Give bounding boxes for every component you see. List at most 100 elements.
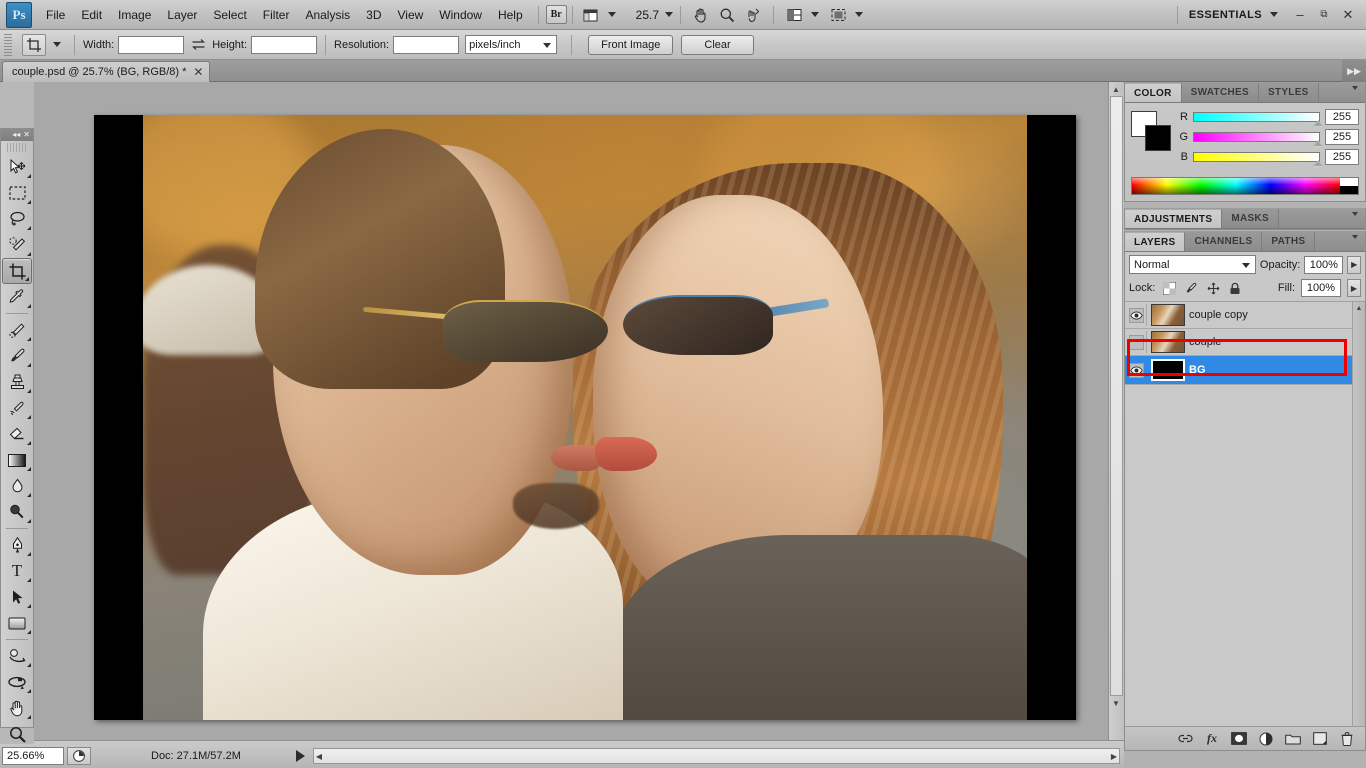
horizontal-type-tool[interactable]: T [1, 558, 33, 584]
3d-orbit-more-icon[interactable] [27, 685, 31, 693]
hand-tool[interactable] [1, 695, 33, 721]
arrange-documents-icon[interactable] [783, 5, 805, 25]
crop-tool[interactable] [2, 258, 32, 284]
resolution-unit-select[interactable]: pixels/inch [465, 35, 558, 54]
document-canvas[interactable] [94, 115, 1076, 720]
clone-stamp-more-icon[interactable] [27, 385, 31, 393]
layer-visibility-toggle-couple-copy[interactable] [1127, 304, 1147, 326]
clear-button[interactable]: Clear [681, 34, 754, 55]
path-selection-more-icon[interactable] [27, 600, 31, 608]
crop-tool-more-icon[interactable] [25, 273, 29, 281]
menu-file[interactable]: File [38, 4, 73, 26]
zoom-tool-icon[interactable] [716, 5, 738, 25]
new-adjustment-layer-icon[interactable] [1258, 731, 1274, 747]
tab-channels[interactable]: CHANNELS [1185, 232, 1263, 251]
tab-layers[interactable]: LAYERS [1125, 232, 1186, 251]
workspace-caret-icon[interactable] [1270, 12, 1278, 17]
opacity-stepper[interactable]: ▶ [1347, 255, 1361, 274]
arrange-documents-caret-icon[interactable] [811, 12, 820, 17]
layer-list[interactable]: couple copy couple BG ▲ [1125, 302, 1365, 726]
color-panel-swatches[interactable] [1131, 111, 1171, 151]
dodge-tool[interactable] [1, 499, 33, 525]
menu-view[interactable]: View [389, 4, 431, 26]
move-tool-more-icon[interactable] [27, 170, 31, 178]
green-channel-slider[interactable] [1193, 132, 1323, 147]
close-tools-icon[interactable]: ✕ [23, 130, 30, 139]
lock-transparent-pixels-icon[interactable] [1161, 280, 1177, 296]
fill-value[interactable]: 100% [1301, 279, 1341, 297]
history-brush-tool[interactable] [1, 395, 33, 421]
layer-row-bg[interactable]: BG [1125, 356, 1365, 385]
pen-tool[interactable] [1, 532, 33, 558]
lock-all-icon[interactable] [1227, 280, 1243, 296]
canvas-vertical-scrollbar[interactable]: ▲ ▼ [1108, 82, 1124, 740]
menu-help[interactable]: Help [490, 4, 531, 26]
gradient-tool-more-icon[interactable] [27, 463, 31, 471]
close-button[interactable]: ✕ [1336, 5, 1360, 25]
view-extras-icon[interactable] [580, 5, 602, 25]
screen-mode-caret-icon[interactable] [855, 12, 864, 17]
shape-tool-more-icon[interactable] [27, 626, 31, 634]
restore-button[interactable]: ⧉ [1312, 5, 1336, 25]
layer-thumbnail-couple-copy[interactable] [1151, 304, 1185, 326]
blue-channel-value[interactable]: 255 [1325, 149, 1359, 165]
marquee-tool-more-icon[interactable] [27, 196, 31, 204]
color-panel-background-swatch[interactable] [1145, 125, 1171, 151]
healing-brush-more-icon[interactable] [27, 333, 31, 341]
eyedropper-more-icon[interactable] [27, 300, 31, 308]
crop-width-input[interactable] [118, 35, 185, 54]
canvas-horizontal-scrollbar[interactable]: ◀ ▶ [312, 748, 1120, 764]
screen-mode-icon[interactable] [827, 5, 849, 25]
eye-icon-off[interactable] [1129, 334, 1144, 350]
tool-preset-picker[interactable] [17, 33, 66, 56]
3d-rotate-more-icon[interactable] [27, 659, 31, 667]
layer-row-couple[interactable]: couple [1125, 329, 1365, 356]
view-extras-caret-icon[interactable] [607, 12, 616, 17]
eraser-tool-more-icon[interactable] [27, 437, 31, 445]
adjustments-panel-menu-icon[interactable] [1352, 212, 1361, 216]
delete-layer-icon[interactable] [1339, 731, 1355, 747]
layer-name-couple-copy[interactable]: couple copy [1189, 309, 1248, 321]
gradient-tool[interactable] [1, 447, 33, 473]
zoom-level-caret-icon[interactable] [665, 12, 674, 17]
layer-visibility-toggle-bg[interactable] [1127, 359, 1147, 381]
menu-image[interactable]: Image [110, 4, 159, 26]
crop-height-input[interactable] [251, 35, 318, 54]
lasso-tool[interactable] [1, 206, 33, 232]
layer-row-couple-copy[interactable]: couple copy [1125, 302, 1365, 329]
crop-resolution-input[interactable] [393, 35, 460, 54]
menu-select[interactable]: Select [205, 4, 254, 26]
expand-panels-button[interactable]: ▶▶ [1342, 60, 1366, 82]
lasso-tool-more-icon[interactable] [27, 222, 31, 230]
eraser-tool[interactable] [1, 421, 33, 447]
red-channel-slider[interactable] [1193, 112, 1323, 127]
front-image-button[interactable]: Front Image [588, 34, 674, 55]
menu-filter[interactable]: Filter [255, 4, 298, 26]
3d-rotate-tool[interactable] [1, 643, 33, 669]
tab-adjustments[interactable]: ADJUSTMENTS [1125, 209, 1223, 228]
clone-stamp-tool[interactable] [1, 369, 33, 395]
minimize-button[interactable]: – [1288, 5, 1312, 25]
blur-tool[interactable] [1, 473, 33, 499]
hscroll-left-icon[interactable]: ◀ [316, 752, 322, 761]
link-layers-icon[interactable] [1177, 731, 1193, 747]
layer-name-couple[interactable]: couple [1189, 336, 1221, 348]
spot-healing-brush-tool[interactable] [1, 317, 33, 343]
tools-panel-grip[interactable] [7, 143, 27, 152]
tool-preset-caret-icon[interactable] [53, 42, 61, 47]
eye-icon[interactable] [1129, 362, 1144, 378]
hand-tool-icon[interactable] [690, 5, 712, 25]
status-preview-icon[interactable] [67, 747, 91, 765]
layers-vertical-scrollbar[interactable]: ▲ [1352, 302, 1365, 726]
blend-mode-select[interactable]: Normal [1129, 255, 1256, 274]
add-layer-style-icon[interactable]: fx [1204, 731, 1220, 747]
eyedropper-tool[interactable] [1, 284, 33, 310]
tab-masks[interactable]: MASKS [1222, 209, 1279, 228]
menu-layer[interactable]: Layer [159, 4, 205, 26]
canvas-scroll-up-icon[interactable]: ▲ [1109, 82, 1123, 96]
rectangular-marquee-tool[interactable] [1, 180, 33, 206]
quick-selection-more-icon[interactable] [27, 248, 31, 256]
path-selection-tool[interactable] [1, 584, 33, 610]
dodge-tool-more-icon[interactable] [27, 515, 31, 523]
rotate-view-tool-icon[interactable] [742, 5, 764, 25]
